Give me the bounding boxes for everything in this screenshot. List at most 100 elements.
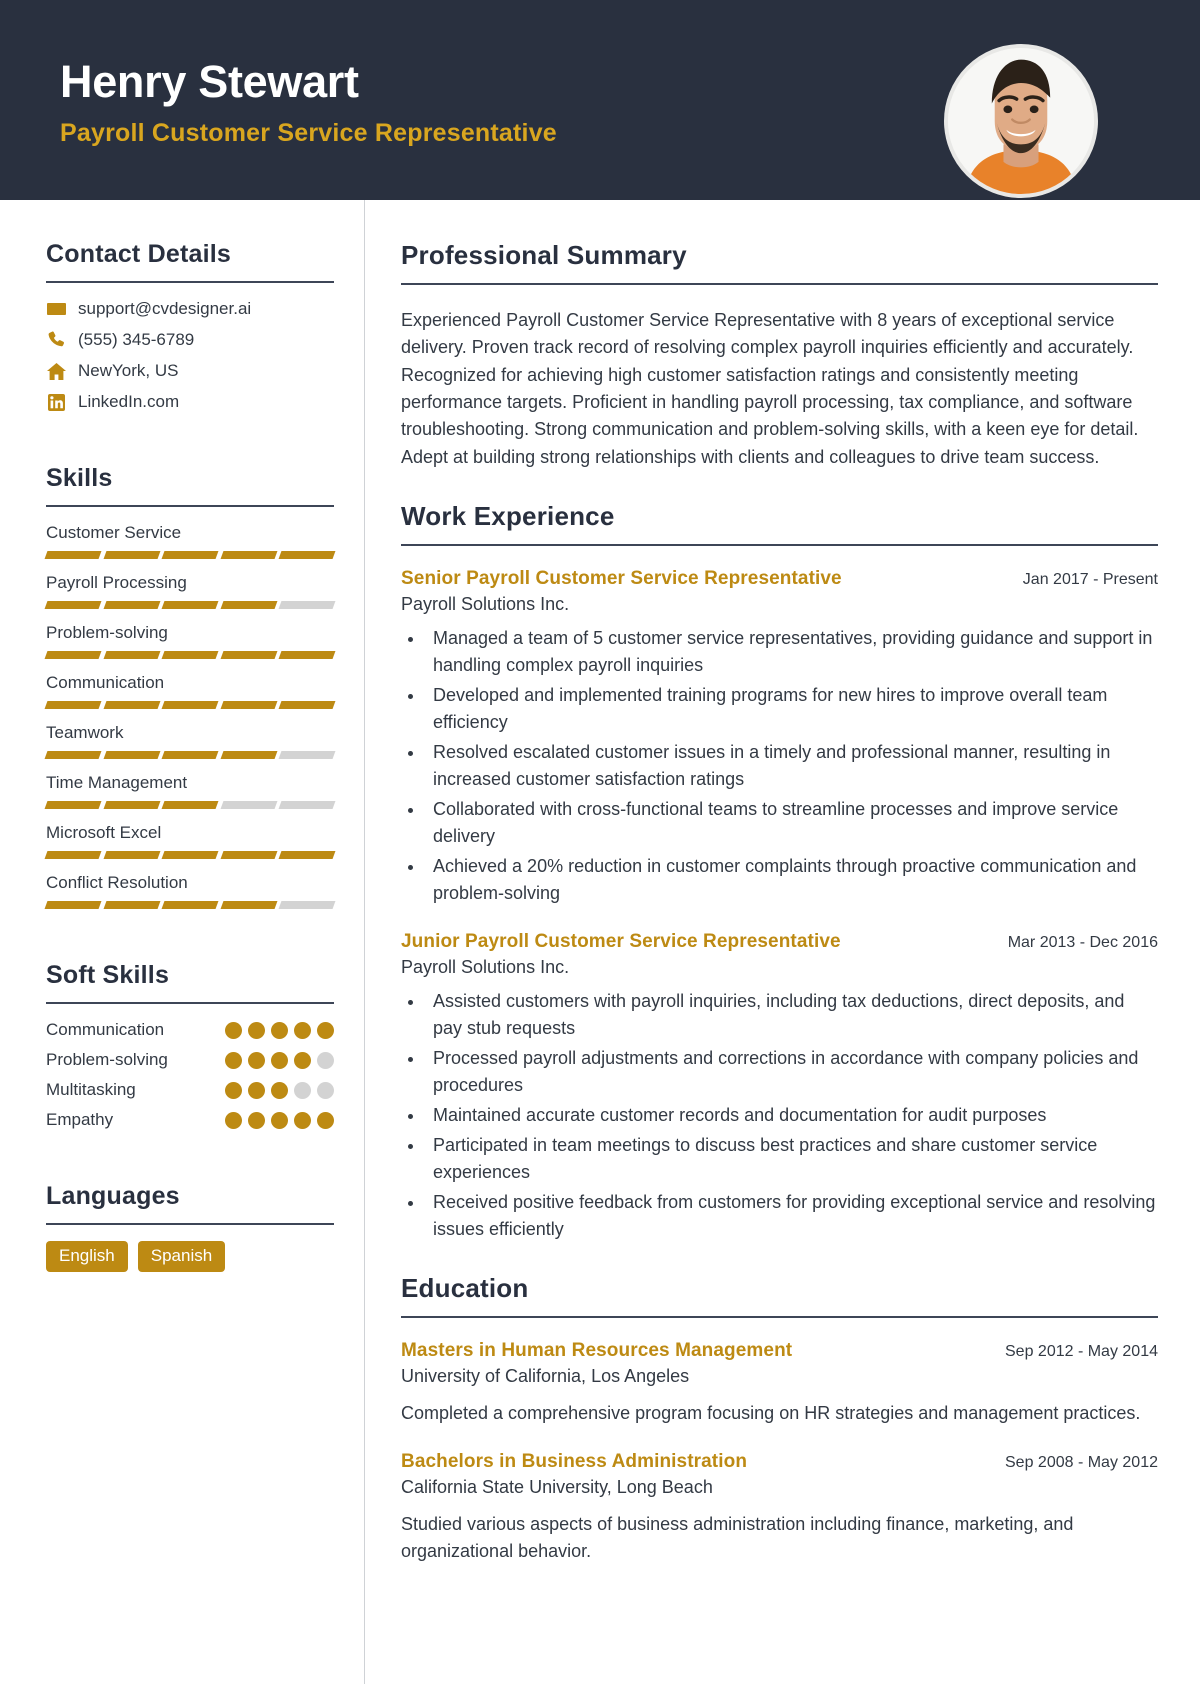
skill-label: Communication xyxy=(46,673,165,692)
skill-label: Teamwork xyxy=(46,723,124,742)
contact-item-phone[interactable]: (555) 345-6789 xyxy=(46,330,334,350)
skill-bar-segment xyxy=(44,901,102,909)
work-entry-title: Senior Payroll Customer Service Represen… xyxy=(401,568,842,590)
rating-dot xyxy=(271,1051,288,1069)
soft-skill-label: Communication xyxy=(46,1020,165,1039)
page-title: Henry Stewart xyxy=(60,56,359,107)
education-entry-list: Masters in Human Resources Management Sep… xyxy=(401,1340,1158,1565)
rating-dot xyxy=(294,1051,311,1069)
language-tag: Spanish xyxy=(137,1241,226,1272)
rating-dot xyxy=(225,1111,242,1129)
resume-page: Henry Stewart Payroll Customer Service R… xyxy=(0,0,1200,1684)
phone-icon xyxy=(46,330,66,350)
soft-skill-row: Communication xyxy=(46,1020,334,1040)
skill-bar-segment xyxy=(220,551,277,559)
list-item: Assisted customers with payroll inquirie… xyxy=(425,988,1158,1042)
skill-label: Customer Service xyxy=(46,523,182,542)
contact-value-email: support@cvdesigner.ai xyxy=(78,299,252,318)
rating-dot xyxy=(294,1081,311,1099)
skill-bar-segment xyxy=(278,801,336,809)
soft-skill-row: Problem-solving xyxy=(46,1050,334,1070)
section-divider xyxy=(46,281,334,283)
skill-bar-segment xyxy=(278,751,336,759)
contact-value-phone: (555) 345-6789 xyxy=(78,330,195,349)
language-tag-list: English Spanish xyxy=(46,1241,334,1272)
section-divider xyxy=(46,1002,334,1004)
education-entry-degree: Masters in Human Resources Management xyxy=(401,1340,793,1362)
linkedin-icon xyxy=(46,392,66,412)
skill-bar-segment xyxy=(278,651,336,659)
rating-dot xyxy=(225,1081,242,1099)
skill-bar-segment xyxy=(103,751,160,759)
skill-bar-segment xyxy=(44,651,102,659)
language-tag: English xyxy=(46,1241,128,1272)
contact-item-linkedin[interactable]: LinkedIn.com xyxy=(46,392,334,412)
skill-bar-segment xyxy=(44,551,102,559)
soft-skill-label: Empathy xyxy=(46,1110,114,1129)
skill-row: Customer Service xyxy=(44,523,336,559)
rating-dot xyxy=(225,1021,242,1039)
rating-dot xyxy=(317,1021,334,1039)
contact-heading: Contact Details xyxy=(46,240,231,268)
avatar-illustration xyxy=(948,48,1094,194)
rating-dot xyxy=(317,1111,334,1129)
section-divider xyxy=(401,544,1158,547)
education-entry-date: Sep 2012 - May 2014 xyxy=(1005,1343,1158,1361)
avatar xyxy=(944,44,1098,198)
education-entry-description: Studied various aspects of business admi… xyxy=(401,1514,1074,1562)
soft-skill-rating xyxy=(225,1051,334,1069)
languages-heading: Languages xyxy=(46,1182,180,1210)
contact-list: support@cvdesigner.ai (555) 345-6789 New… xyxy=(46,299,334,412)
list-item: Received positive feedback from customer… xyxy=(425,1189,1158,1243)
education-heading: Education xyxy=(401,1273,529,1304)
education-entry-header: Bachelors in Business Administration Sep … xyxy=(401,1451,1158,1473)
skill-bar-segment xyxy=(220,651,277,659)
skill-bar-segment xyxy=(220,601,277,609)
soft-skill-rating xyxy=(225,1111,334,1129)
skill-level-bar xyxy=(44,801,336,809)
skill-row: Payroll Processing xyxy=(44,573,336,609)
skill-bar-segment xyxy=(103,651,160,659)
rating-dot xyxy=(248,1021,265,1039)
skill-bar-segment xyxy=(161,701,219,709)
rating-dot xyxy=(248,1051,265,1069)
skill-bar-segment xyxy=(161,551,219,559)
section-divider xyxy=(46,1223,334,1225)
skill-bar-segment xyxy=(220,751,277,759)
envelope-icon xyxy=(46,299,66,319)
section-divider xyxy=(401,1316,1158,1319)
skill-bar-segment xyxy=(278,551,336,559)
work-entry-bullets: Managed a team of 5 customer service rep… xyxy=(425,625,1158,907)
skill-bar-segment xyxy=(103,601,160,609)
skill-row: Communication xyxy=(44,673,336,709)
contact-item-email[interactable]: support@cvdesigner.ai xyxy=(46,299,334,319)
list-item: Processed payroll adjustments and correc… xyxy=(425,1045,1158,1099)
soft-skills-heading: Soft Skills xyxy=(46,961,170,989)
section-languages: Languages English Spanish xyxy=(46,1182,334,1272)
header-job-title: Payroll Customer Service Representative xyxy=(60,119,557,148)
summary-heading: Professional Summary xyxy=(401,240,687,270)
skill-bar-segment xyxy=(161,751,219,759)
skill-row: Problem-solving xyxy=(44,623,336,659)
contact-item-location[interactable]: NewYork, US xyxy=(46,361,334,381)
rating-dot xyxy=(317,1081,334,1099)
skill-bar-segment xyxy=(44,851,102,859)
main-content: Professional Summary Experienced Payroll… xyxy=(365,200,1200,1684)
section-education: Education Masters in Human Resources Man… xyxy=(401,1273,1158,1565)
list-item: Maintained accurate customer records and… xyxy=(425,1102,1158,1129)
work-entry-company: Payroll Solutions Inc. xyxy=(401,957,570,978)
work-entry-title: Junior Payroll Customer Service Represen… xyxy=(401,931,841,953)
section-work-experience: Work Experience Senior Payroll Customer … xyxy=(401,501,1158,1243)
sidebar: Contact Details support@cvdesigner.ai (5… xyxy=(0,200,365,1684)
section-divider xyxy=(401,283,1158,285)
skill-level-bar xyxy=(44,601,336,609)
skill-row: Teamwork xyxy=(44,723,336,759)
education-entry-header: Masters in Human Resources Management Sep… xyxy=(401,1340,1158,1362)
list-item: Developed and implemented training progr… xyxy=(425,682,1158,736)
skill-bar-segment xyxy=(220,901,277,909)
skill-label: Time Management xyxy=(46,773,188,792)
skill-bar-segment xyxy=(103,901,160,909)
list-item: Participated in team meetings to discuss… xyxy=(425,1132,1158,1186)
resume-header: Henry Stewart Payroll Customer Service R… xyxy=(0,0,1200,200)
